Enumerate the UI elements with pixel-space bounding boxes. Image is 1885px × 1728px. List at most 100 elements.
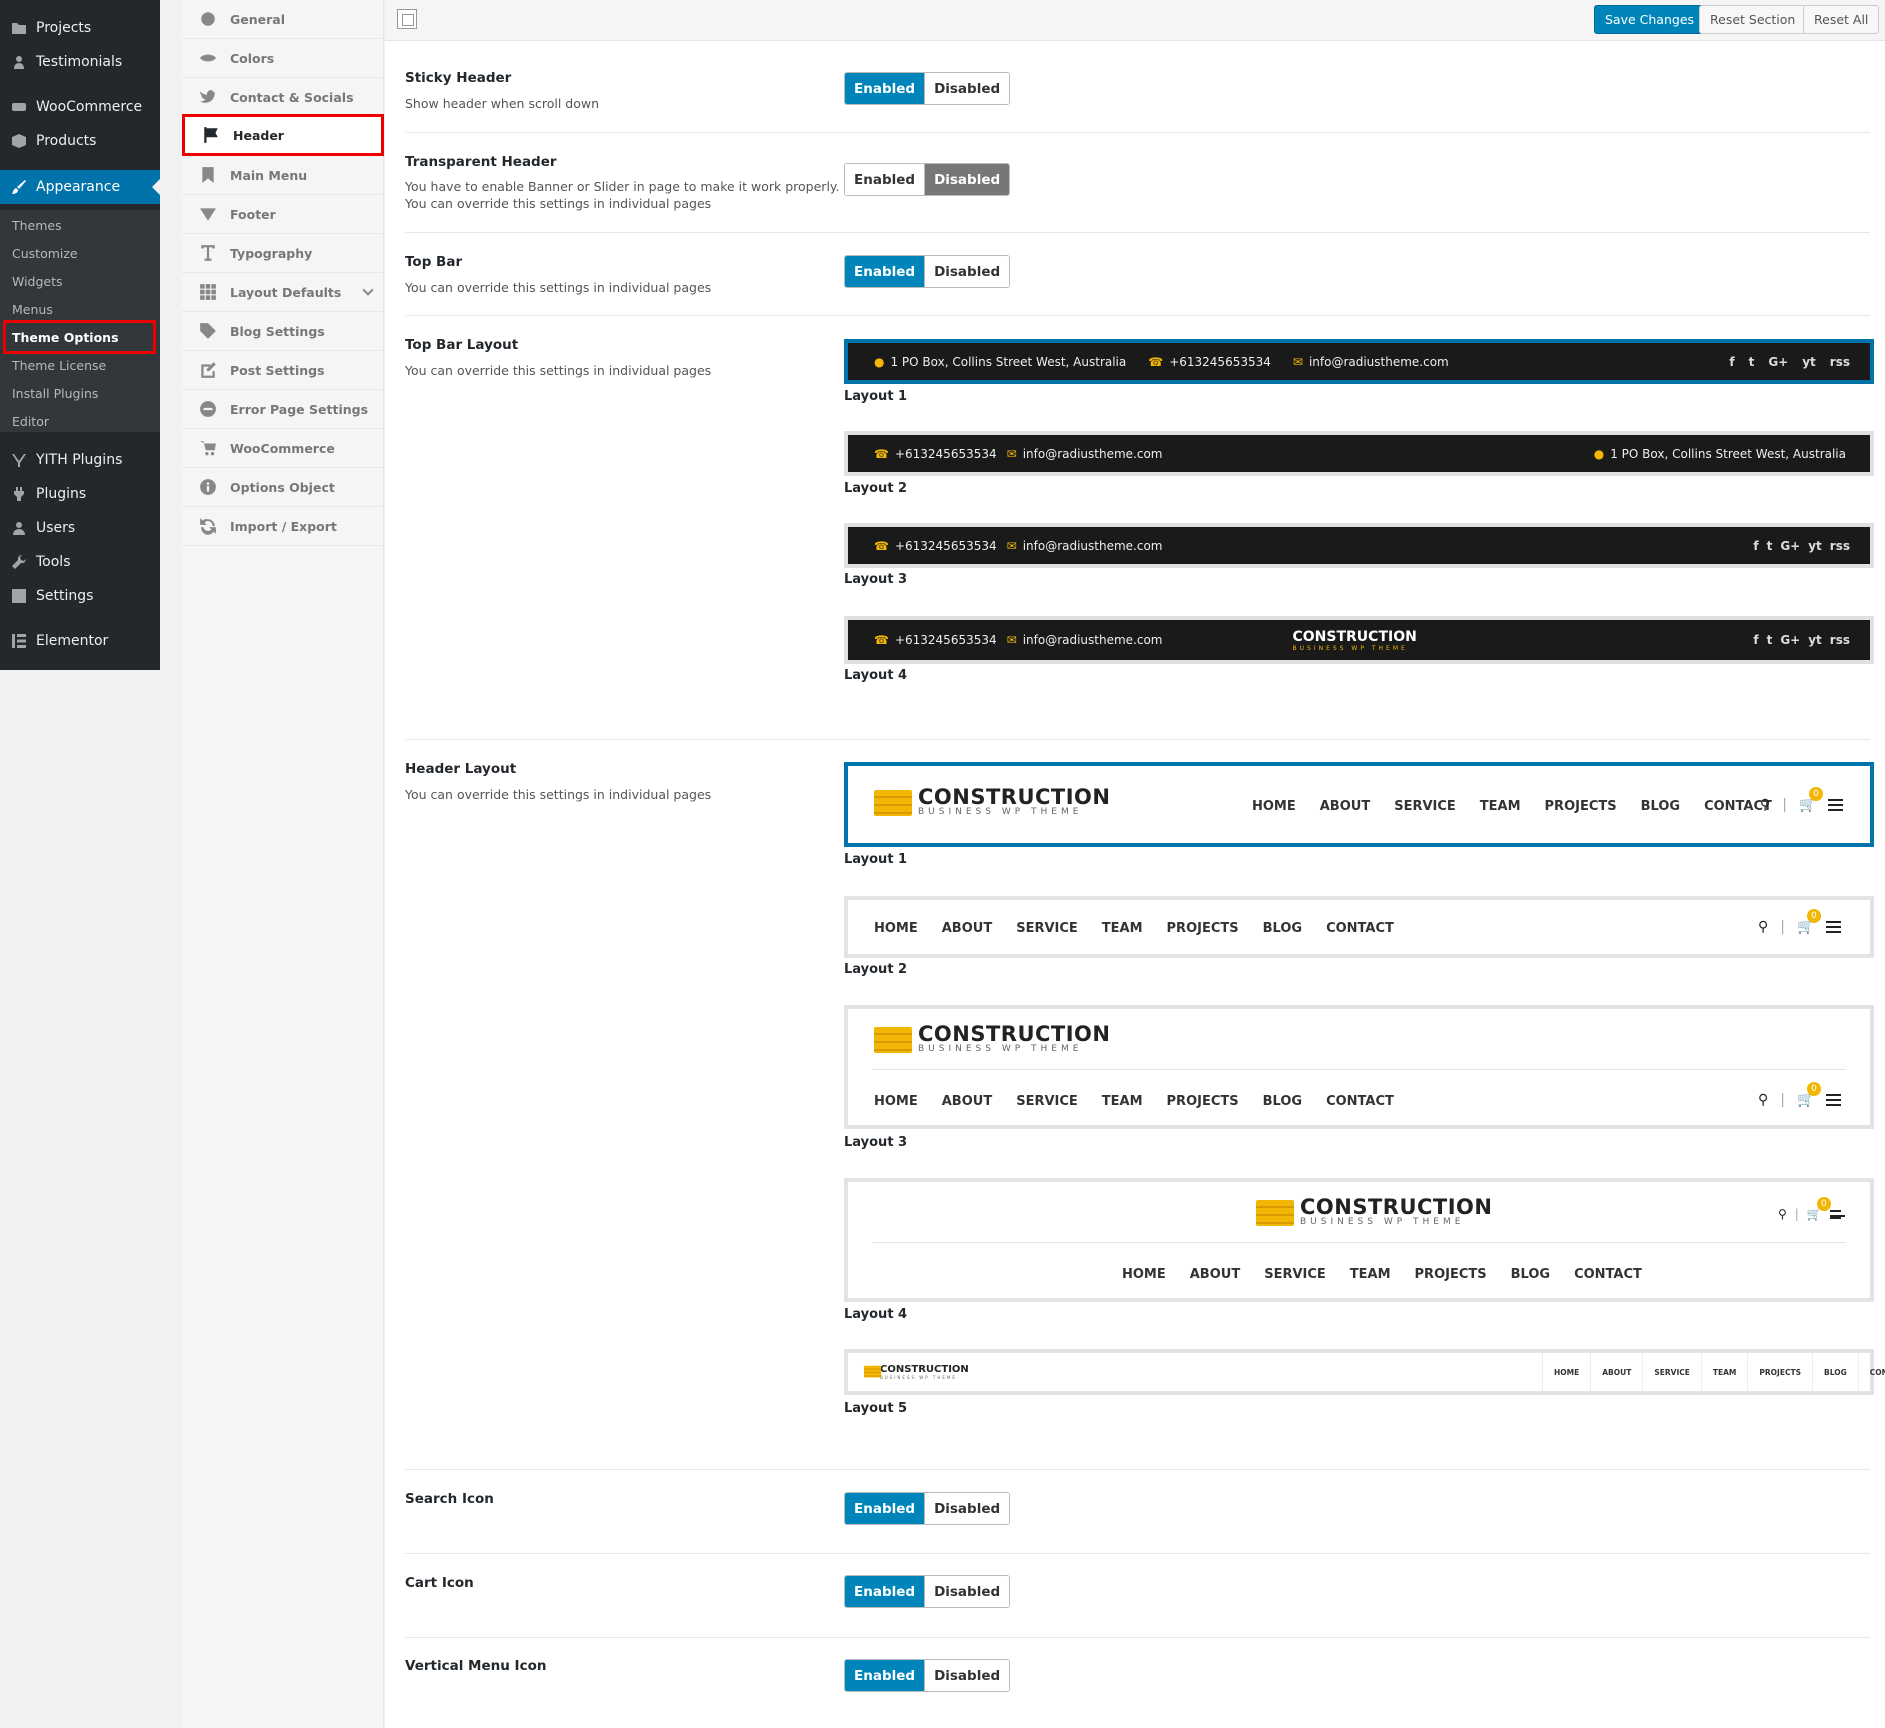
opt-contact-socials[interactable]: Contact & Socials — [182, 78, 384, 117]
nav-menu: HOMEABOUTSERVICETEAMPROJECTSBLOGCONTACT — [1252, 799, 1772, 814]
search-disabled-button[interactable]: Disabled — [924, 1493, 1010, 1524]
active-arrow — [152, 179, 160, 195]
menu-testimonials[interactable]: Testimonials — [0, 45, 160, 79]
topbar-layout-1-preview[interactable]: ● 1 PO Box, Collins Street West, Australi… — [844, 339, 1874, 384]
header-layout-desc: You can override this settings in indivi… — [405, 787, 712, 802]
sliders-icon — [10, 587, 28, 605]
vertical-menu-icon-title: Vertical Menu Icon — [405, 1658, 547, 1674]
search-enabled-button[interactable]: Enabled — [845, 1493, 925, 1524]
reset-section-button[interactable]: Reset Section — [1699, 5, 1807, 34]
transparent-enabled-button[interactable]: Enabled — [845, 164, 925, 195]
sticky-header-toggle: Enabled Disabled — [844, 72, 1011, 105]
submenu-theme-license[interactable]: Theme License — [12, 358, 106, 373]
search-icon[interactable]: ⚲ — [1758, 919, 1768, 935]
bookmark-icon — [197, 164, 219, 186]
opt-general[interactable]: General — [182, 0, 384, 39]
envelope-icon: ✉ — [1006, 538, 1017, 553]
menu-yith-plugins[interactable]: YITH Plugins — [0, 443, 160, 477]
vertical-enabled-button[interactable]: Enabled — [845, 1660, 925, 1691]
submenu-menus[interactable]: Menus — [12, 302, 53, 317]
menu-users[interactable]: Users — [0, 511, 160, 545]
menu-tools[interactable]: Tools — [0, 545, 160, 579]
submenu-customize[interactable]: Customize — [12, 246, 78, 261]
menu-woocommerce[interactable]: WooCommerce — [0, 90, 160, 124]
cart-icon-toggle: Enabled Disabled — [844, 1575, 1011, 1608]
header-layout-3-preview[interactable]: CONSTRUCTION BUSINESS WP THEME HOME ABOUT S… — [844, 1005, 1874, 1129]
opt-error-page[interactable]: Error Page Settings — [182, 390, 384, 429]
woo-icon — [10, 98, 28, 116]
reset-all-button[interactable]: Reset All — [1803, 5, 1880, 34]
topbar-disabled-button[interactable]: Disabled — [924, 256, 1010, 287]
logo: CONSTRUCTION BUSINESS WP THEME — [1256, 1196, 1493, 1228]
opt-header[interactable]: Header — [182, 114, 384, 156]
chevron-down-icon[interactable] — [362, 284, 374, 296]
header-layout-5-label: Layout 5 — [844, 1401, 908, 1416]
topbar-layout-4-preview[interactable]: ☎ +613245653534 ✉ info@radiustheme.com CON… — [844, 616, 1874, 664]
flag-icon — [200, 124, 222, 146]
topbar-layout-3-preview[interactable]: ☎ +613245653534 ✉ info@radiustheme.com ftG… — [844, 523, 1874, 568]
transparent-header-desc-2: You can override this settings in indivi… — [405, 196, 712, 211]
cart-icon[interactable]: 🛒 0 — [1807, 1197, 1831, 1221]
menu-plugins[interactable]: Plugins — [0, 477, 160, 511]
sticky-disabled-button[interactable]: Disabled — [924, 73, 1010, 104]
twitter-icon — [197, 86, 219, 108]
header-layout-5-preview[interactable]: CONSTRUCTION BUSINESS WP THEME HOME ABOUT S… — [844, 1349, 1885, 1395]
logo-mark-icon — [874, 1023, 912, 1055]
menu-appearance[interactable]: Appearance — [0, 170, 160, 204]
save-changes-button[interactable]: Save Changes — [1594, 5, 1706, 34]
menu-icon[interactable] — [1829, 1209, 1845, 1219]
cart-disabled-button[interactable]: Disabled — [924, 1576, 1010, 1607]
search-icon[interactable]: ⚲ — [1760, 797, 1770, 813]
cart-icon[interactable]: 🛒 0 — [1797, 909, 1821, 935]
header-layout-2-label: Layout 2 — [844, 962, 908, 977]
menu-icon[interactable] — [1826, 1094, 1842, 1106]
opt-main-menu[interactable]: Main Menu — [182, 156, 384, 195]
opt-woocommerce[interactable]: WooCommerce — [182, 429, 384, 468]
header-layout-1-preview[interactable]: CONSTRUCTION BUSINESS WP THEME HOME ABOUT S… — [844, 762, 1874, 847]
header-layout-4-preview[interactable]: CONSTRUCTION BUSINESS WP THEME ⚲ | 🛒 0 HOME A… — [844, 1178, 1874, 1302]
cart-icon[interactable]: 🛒 0 — [1797, 1082, 1821, 1108]
menu-icon[interactable] — [1826, 921, 1842, 933]
topbar-layout-2-preview[interactable]: ☎ +613245653534 ✉ info@radiustheme.com ● 1 … — [844, 431, 1874, 476]
expand-icon[interactable] — [397, 9, 417, 29]
menu-settings[interactable]: Settings — [0, 579, 160, 613]
search-icon[interactable]: ⚲ — [1778, 1207, 1787, 1221]
cart-icon[interactable]: 🛒 0 — [1799, 787, 1823, 813]
opt-footer[interactable]: Footer — [182, 195, 384, 234]
topbar-enabled-button[interactable]: Enabled — [845, 256, 925, 287]
submenu-theme-options[interactable]: Theme Options — [3, 320, 156, 354]
transparent-disabled-button[interactable]: Disabled — [924, 164, 1010, 195]
rss-icon: rss — [1829, 354, 1850, 369]
submenu-install-plugins[interactable]: Install Plugins — [12, 386, 98, 401]
opt-options-object[interactable]: Options Object — [182, 468, 384, 507]
opt-typography[interactable]: Typography — [182, 234, 384, 273]
twitter-icon: t — [1766, 633, 1773, 647]
submenu-widgets[interactable]: Widgets — [12, 274, 63, 289]
header-icons: ⚲ | 🛒 0 — [1778, 1197, 1845, 1221]
opt-post-settings[interactable]: Post Settings — [182, 351, 384, 390]
header-layout-2-preview[interactable]: HOME ABOUT SERVICE TEAM PROJECTS BLOG CONTACT … — [844, 896, 1874, 958]
triangle-down-icon — [197, 203, 219, 225]
twitter-icon: t — [1766, 538, 1773, 553]
opt-import-export[interactable]: Import / Export — [182, 507, 384, 546]
menu-elementor[interactable]: Elementor — [0, 624, 160, 658]
menu-projects[interactable]: Projects — [0, 11, 160, 45]
opt-colors[interactable]: Colors — [182, 39, 384, 78]
submenu-themes[interactable]: Themes — [12, 218, 62, 233]
tags-icon — [197, 320, 219, 342]
logo: CONSTRUCTION BUSINESS WP THEME — [874, 786, 1111, 818]
opt-layout-defaults[interactable]: Layout Defaults — [182, 273, 384, 312]
sticky-enabled-button[interactable]: Enabled — [845, 73, 925, 104]
vertical-disabled-button[interactable]: Disabled — [924, 1660, 1010, 1691]
topbar-layout-1-label: Layout 1 — [844, 389, 908, 404]
cart-enabled-button[interactable]: Enabled — [845, 1576, 925, 1607]
submenu-editor[interactable]: Editor — [12, 414, 49, 429]
opt-blog-settings[interactable]: Blog Settings — [182, 312, 384, 351]
menu-icon[interactable] — [1828, 799, 1844, 811]
google-plus-icon: G+ — [1768, 354, 1789, 369]
menu-products[interactable]: Products — [0, 124, 160, 158]
search-icon[interactable]: ⚲ — [1758, 1092, 1768, 1108]
search-icon-title: Search Icon — [405, 1491, 494, 1507]
topbar-layout-2-label: Layout 2 — [844, 481, 908, 496]
top-bar-layout-title: Top Bar Layout — [405, 337, 519, 353]
